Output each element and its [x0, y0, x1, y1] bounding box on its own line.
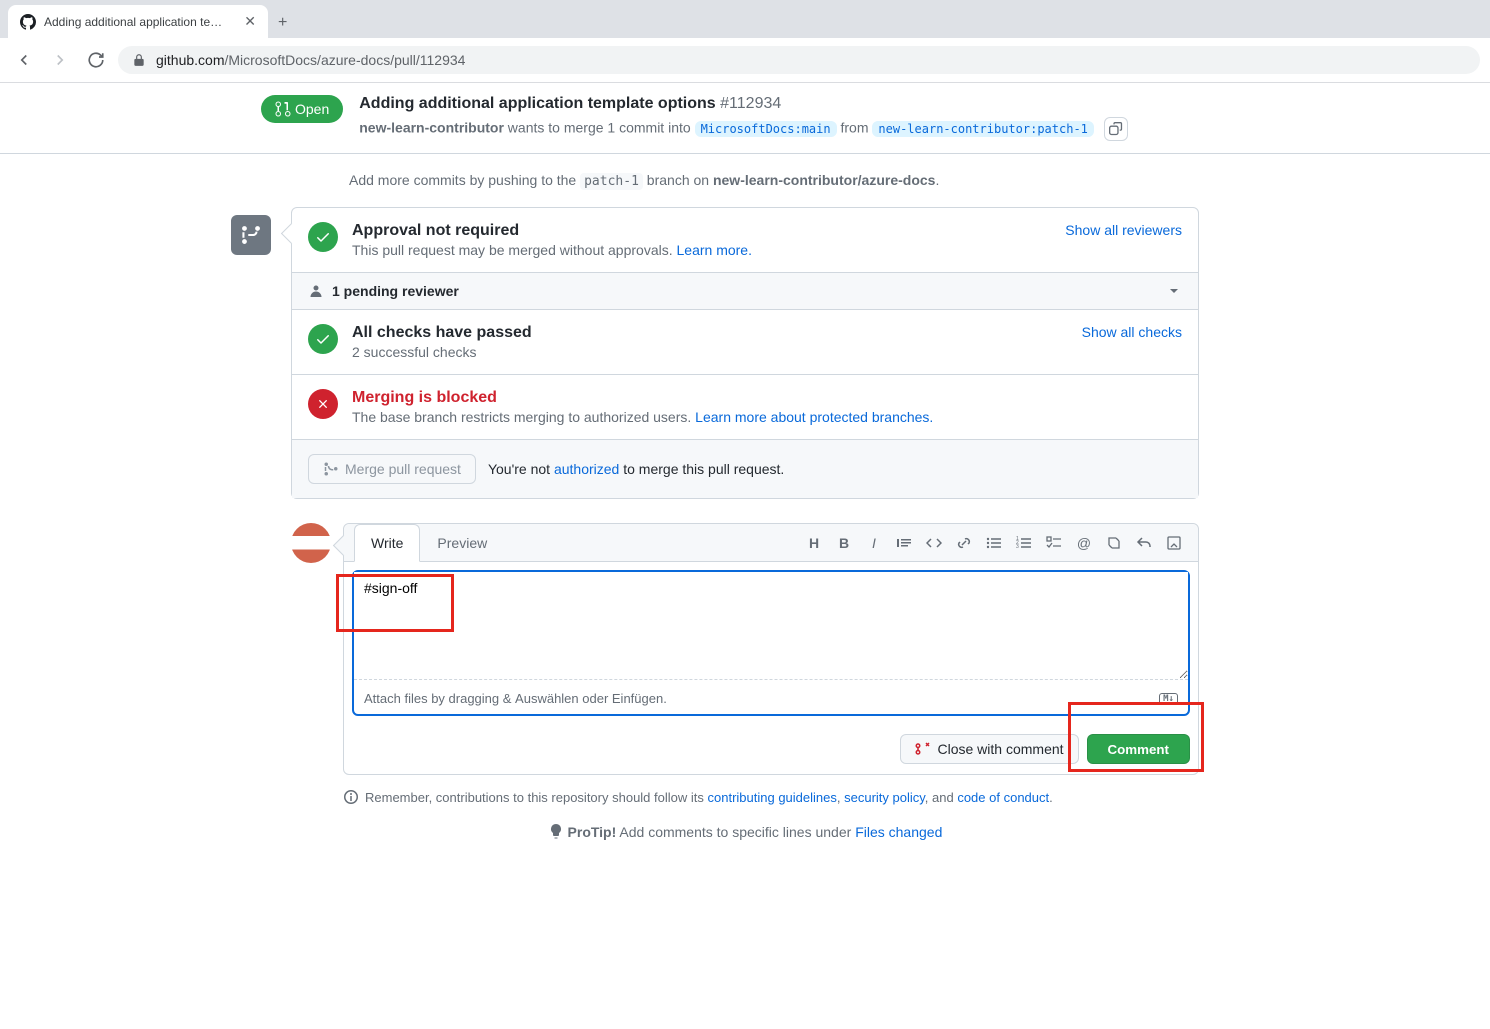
unordered-list-icon[interactable]: [986, 535, 1002, 551]
saved-replies-icon[interactable]: [1166, 535, 1182, 551]
base-branch-label[interactable]: MicrosoftDocs:main: [695, 121, 837, 137]
check-icon: [308, 324, 338, 354]
comment-textarea[interactable]: [354, 572, 1188, 680]
closed-pr-icon: [915, 741, 931, 757]
mention-icon[interactable]: @: [1076, 535, 1092, 551]
task-list-icon[interactable]: [1046, 535, 1062, 551]
checks-title: All checks have passed: [352, 324, 532, 342]
approval-subtitle: This pull request may be merged without …: [352, 242, 752, 258]
push-hint: Add more commits by pushing to the patch…: [349, 172, 1199, 189]
check-icon: [308, 222, 338, 252]
tab-close-icon[interactable]: ✕: [244, 13, 256, 30]
protected-branches-link[interactable]: Learn more about protected branches.: [695, 409, 933, 425]
learn-more-link[interactable]: Learn more.: [677, 242, 752, 258]
pending-reviewer-label: 1 pending reviewer: [332, 283, 459, 299]
blocked-title: Merging is blocked: [352, 389, 933, 407]
pr-state-badge: Open: [261, 95, 343, 123]
reply-icon[interactable]: [1136, 535, 1152, 551]
checks-subtitle: 2 successful checks: [352, 344, 532, 360]
link-icon[interactable]: [956, 535, 972, 551]
quote-icon[interactable]: [896, 535, 912, 551]
svg-text:3: 3: [1016, 544, 1019, 550]
browser-toolbar: github.com/MicrosoftDocs/azure-docs/pull…: [0, 38, 1490, 83]
write-tab[interactable]: Write: [354, 524, 420, 562]
comment-composer: Write Preview H B I 123 @: [343, 523, 1199, 775]
git-branch-marker-icon: [231, 215, 271, 255]
github-favicon-icon: [20, 14, 36, 30]
lock-icon: [132, 53, 146, 67]
pending-reviewer-row[interactable]: 1 pending reviewer: [292, 273, 1198, 310]
address-bar[interactable]: github.com/MicrosoftDocs/azure-docs/pull…: [118, 46, 1480, 74]
tab-strip: Adding additional application te… ✕ +: [0, 0, 1490, 38]
reload-button[interactable]: [82, 46, 110, 74]
code-icon[interactable]: [926, 535, 942, 551]
person-icon: [308, 283, 324, 299]
browser-tab[interactable]: Adding additional application te… ✕: [8, 5, 268, 38]
chevron-down-icon: [1166, 283, 1182, 299]
x-icon: [308, 389, 338, 419]
cross-reference-icon[interactable]: [1106, 535, 1122, 551]
italic-icon[interactable]: I: [866, 535, 882, 551]
browser-chrome: Adding additional application te… ✕ + gi…: [0, 0, 1490, 83]
show-checks-link[interactable]: Show all checks: [1082, 324, 1182, 340]
url-text: github.com/MicrosoftDocs/azure-docs/pull…: [156, 52, 465, 68]
tab-title: Adding additional application te…: [44, 15, 222, 29]
head-branch-label[interactable]: new-learn-contributor:patch-1: [872, 121, 1094, 137]
forward-button[interactable]: [46, 46, 74, 74]
formatting-toolbar: H B I 123 @: [800, 535, 1188, 551]
merge-status-box: Approval not required This pull request …: [291, 207, 1199, 499]
blocked-subtitle: The base branch restricts merging to aut…: [352, 409, 933, 425]
comment-button[interactable]: Comment: [1087, 734, 1190, 764]
merge-hint: You're not authorized to merge this pull…: [488, 461, 784, 477]
lightbulb-icon: [548, 823, 564, 839]
pr-header: Open Adding additional application templ…: [0, 83, 1490, 154]
preview-tab[interactable]: Preview: [420, 524, 504, 562]
close-with-comment-button[interactable]: Close with comment: [900, 734, 1078, 764]
heading-icon[interactable]: H: [806, 535, 822, 551]
protip: ProTip! Add comments to specific lines u…: [291, 823, 1199, 840]
approval-title: Approval not required: [352, 222, 752, 240]
authorized-link[interactable]: authorized: [554, 461, 619, 477]
files-changed-link[interactable]: Files changed: [855, 824, 942, 840]
copy-icon[interactable]: [1104, 117, 1128, 141]
merge-pull-request-button: Merge pull request: [308, 454, 476, 484]
bold-icon[interactable]: B: [836, 535, 852, 551]
pr-meta: new-learn-contributor wants to merge 1 c…: [359, 117, 1128, 141]
ordered-list-icon[interactable]: 123: [1016, 535, 1032, 551]
contribution-note: Remember, contributions to this reposito…: [343, 789, 1199, 805]
security-policy-link[interactable]: security policy: [844, 790, 925, 805]
attach-hint[interactable]: Attach files by dragging & Auswählen ode…: [354, 683, 1188, 714]
code-of-conduct-link[interactable]: code of conduct: [957, 790, 1049, 805]
pr-title: Adding additional application template o…: [359, 95, 1128, 113]
new-tab-button[interactable]: +: [268, 8, 297, 38]
markdown-icon[interactable]: M↓: [1159, 693, 1178, 705]
back-button[interactable]: [10, 46, 38, 74]
git-merge-icon: [323, 461, 339, 477]
contributing-guidelines-link[interactable]: contributing guidelines: [708, 790, 837, 805]
info-icon: [343, 789, 359, 805]
show-reviewers-link[interactable]: Show all reviewers: [1065, 222, 1182, 238]
user-avatar: [291, 523, 331, 563]
